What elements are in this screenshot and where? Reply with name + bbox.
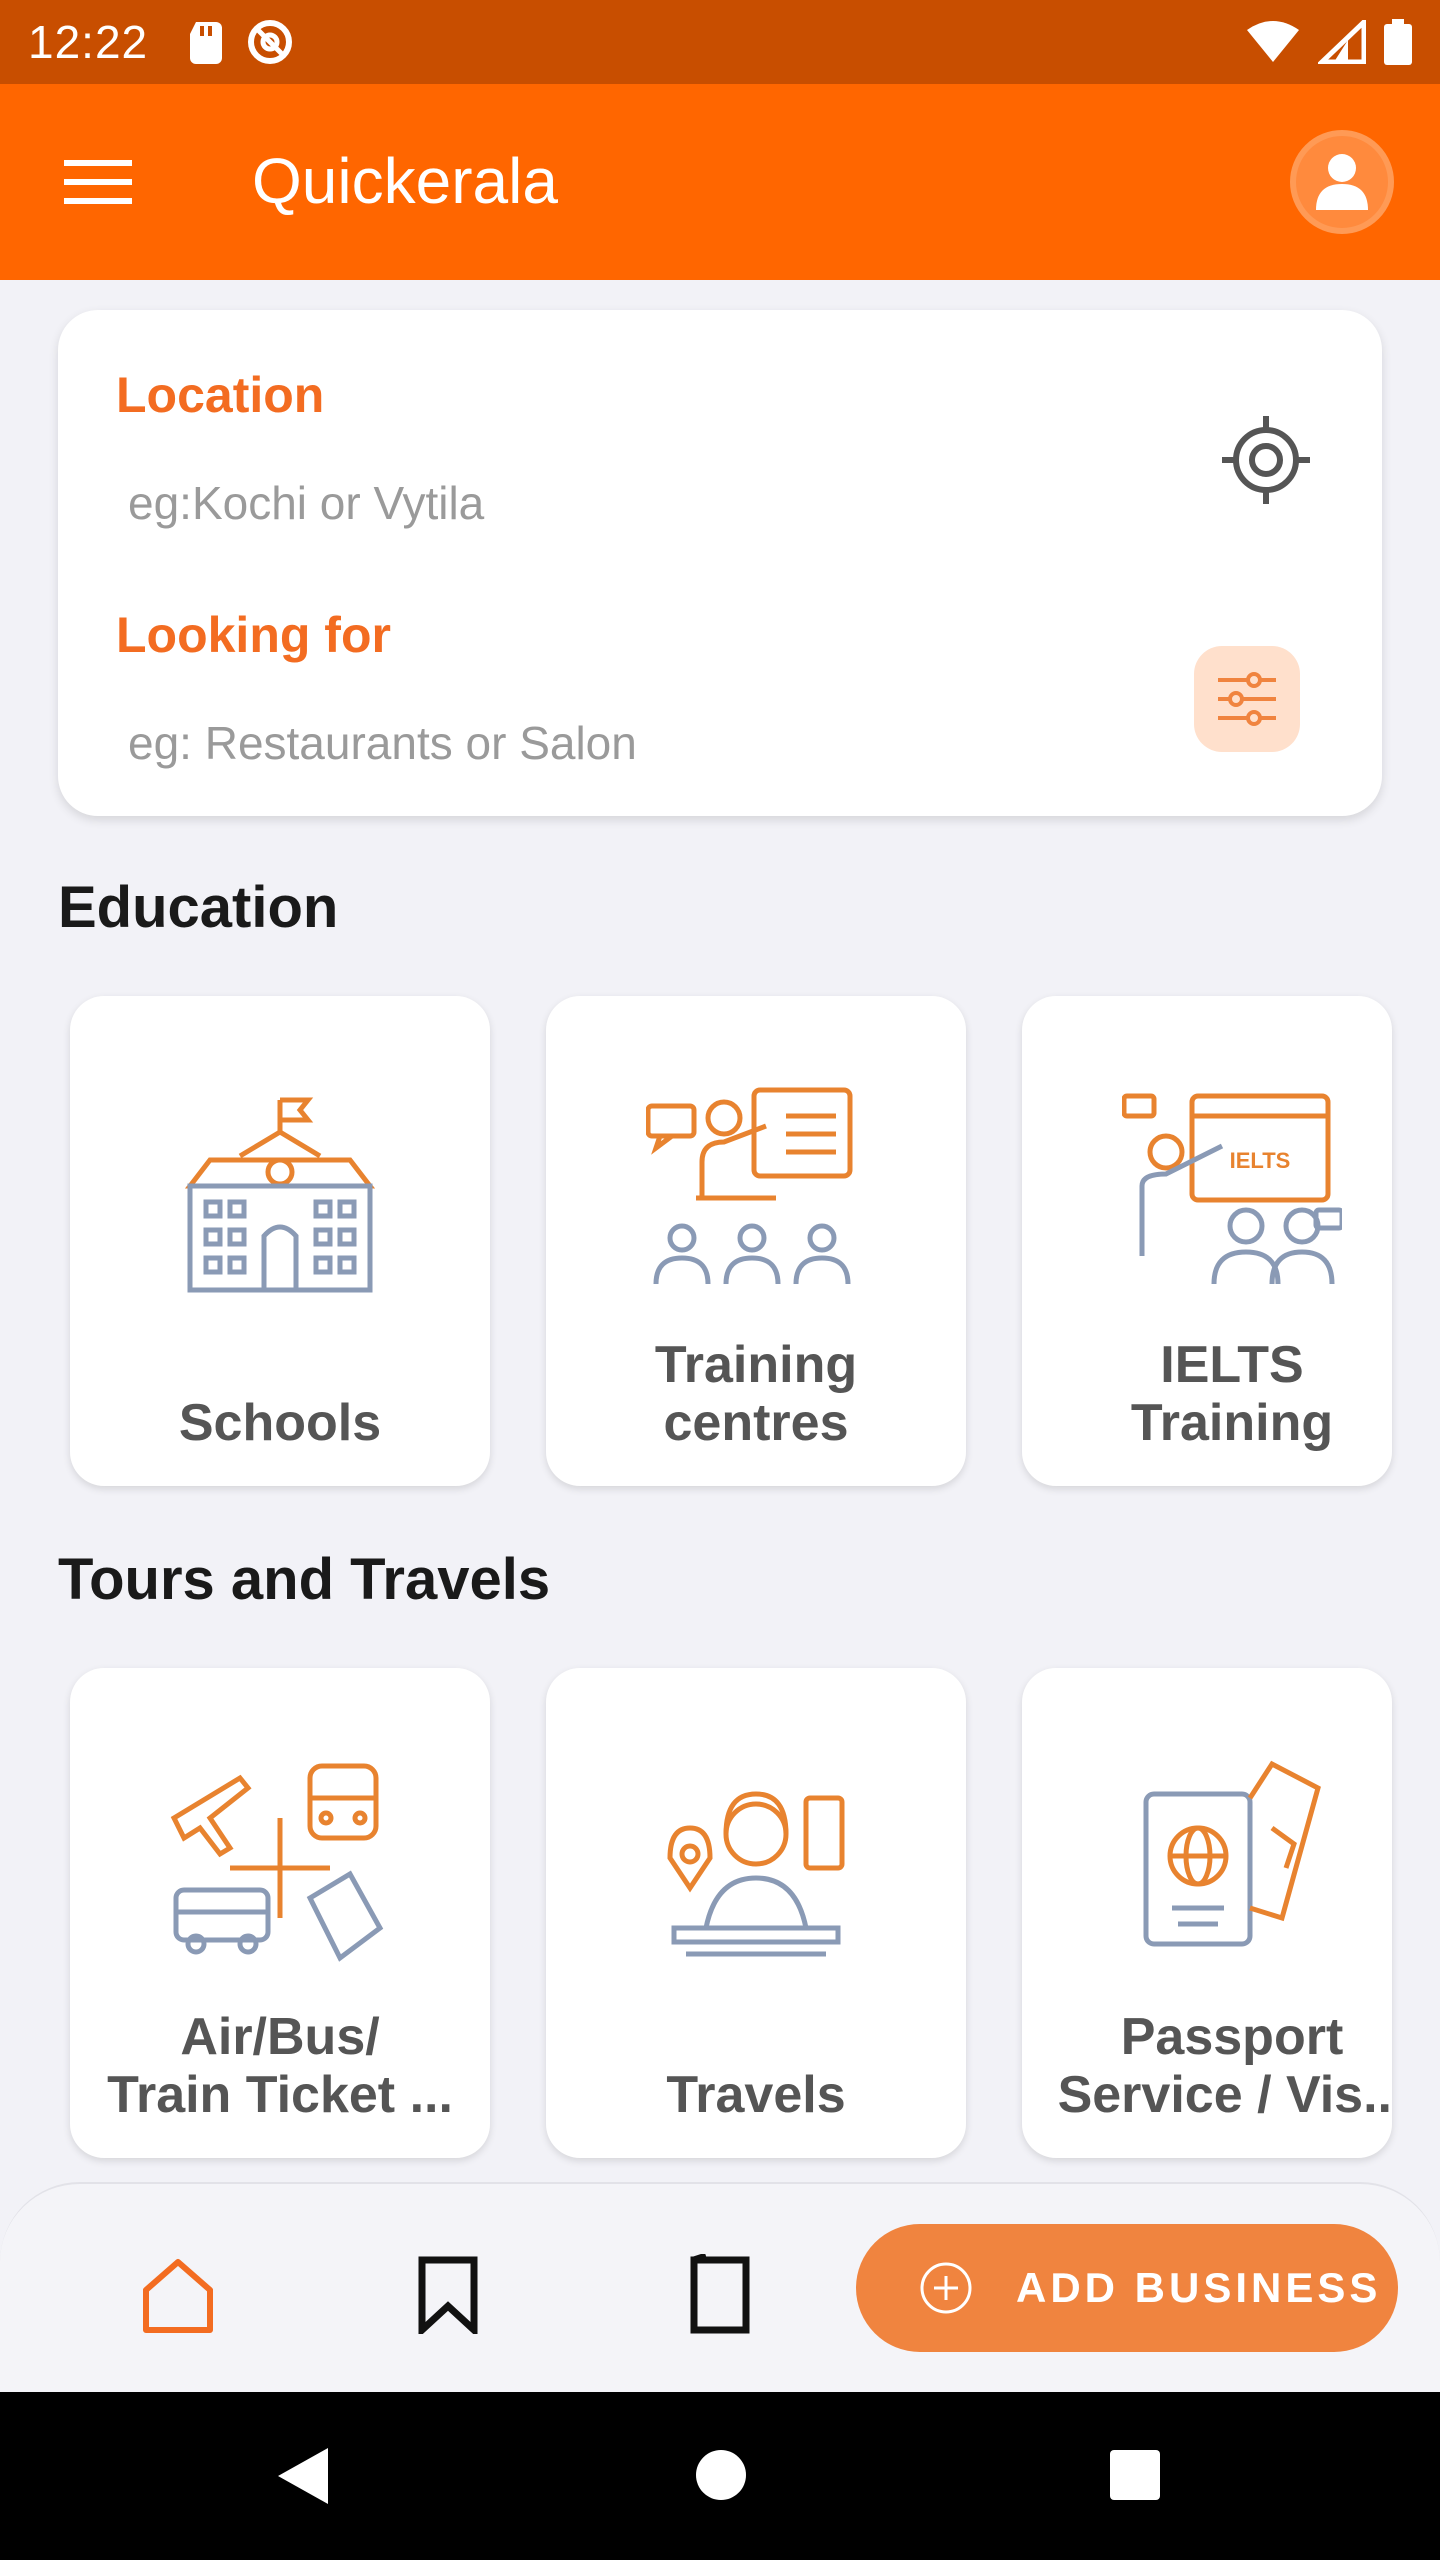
education-carousel: Schools Training centres IELTS IELTS Tra… <box>0 996 1440 1496</box>
section-title-tours: Tours and Travels <box>58 1547 551 1612</box>
category-card-travels[interactable]: Travels <box>546 1668 966 2158</box>
travel-agent-icon <box>667 1791 845 1957</box>
wifi-icon <box>1247 21 1299 62</box>
status-time: 12:22 <box>28 16 149 68</box>
status-bar: 12:22 <box>0 0 1440 84</box>
tours-carousel: Air/Bus/ Train Ticket ... Travels Passpo… <box>0 1668 1440 2168</box>
training-presentation-icon <box>646 1087 853 1285</box>
sync-icon <box>248 20 293 64</box>
category-card-tickets[interactable]: Air/Bus/ Train Ticket ... <box>70 1668 490 2158</box>
category-card-passport[interactable]: Passport Service / Vis... <box>1022 1668 1392 2158</box>
filter-button[interactable] <box>1194 646 1300 752</box>
back-icon[interactable] <box>276 2446 330 2506</box>
cell-signal-icon <box>1318 20 1366 64</box>
home-circle-icon[interactable] <box>694 2448 748 2502</box>
system-nav-bar <box>0 2392 1440 2560</box>
looking-for-label: Looking for <box>116 607 391 663</box>
category-label: Passport Service / Vis... <box>1057 2008 1392 2124</box>
category-label: Schools <box>178 1394 382 1452</box>
bookmark-icon[interactable] <box>408 2254 488 2334</box>
recents-icon[interactable] <box>1108 2448 1162 2502</box>
section-title-education: Education <box>58 875 339 940</box>
school-building-icon <box>184 1097 376 1293</box>
ielts-class-icon: IELTS <box>1122 1093 1342 1285</box>
category-card-ielts-training[interactable]: IELTS IELTS Training <box>1022 996 1392 1486</box>
sd-card-icon <box>190 22 223 64</box>
location-input[interactable]: eg:Kochi or Vytila <box>128 476 484 530</box>
bottom-nav: ADD BUSINESS <box>0 2182 1440 2392</box>
ielts-badge-text: IELTS <box>1230 1148 1291 1173</box>
location-label: Location <box>116 367 325 423</box>
menu-icon[interactable] <box>64 158 132 206</box>
category-card-training-centres[interactable]: Training centres <box>546 996 966 1486</box>
home-icon[interactable] <box>138 2254 218 2334</box>
category-label: Air/Bus/ Train Ticket ... <box>107 2008 453 2124</box>
app-bar: Quickerala <box>0 84 1440 280</box>
profile-avatar[interactable] <box>1290 130 1394 234</box>
category-label: IELTS Training <box>1130 1336 1334 1452</box>
add-business-button[interactable]: ADD BUSINESS <box>856 2224 1398 2352</box>
category-label: Travels <box>666 2066 846 2124</box>
my-location-icon[interactable] <box>1216 410 1316 510</box>
looking-for-input[interactable]: eg: Restaurants or Salon <box>128 716 637 770</box>
passport-icon <box>1143 1760 1321 1947</box>
battery-icon <box>1384 19 1412 65</box>
sliders-icon <box>1218 672 1276 726</box>
add-business-label: ADD BUSINESS <box>1016 2264 1382 2311</box>
app-title: Quickerala <box>252 145 558 217</box>
transport-tickets-icon <box>170 1763 384 1962</box>
user-icon <box>1316 154 1368 210</box>
category-label: Training centres <box>654 1336 858 1452</box>
device-icon[interactable] <box>680 2254 760 2334</box>
add-circle-icon <box>920 2262 972 2314</box>
category-card-schools[interactable]: Schools <box>70 996 490 1486</box>
search-card: Location eg:Kochi or Vytila Looking for … <box>58 310 1382 816</box>
